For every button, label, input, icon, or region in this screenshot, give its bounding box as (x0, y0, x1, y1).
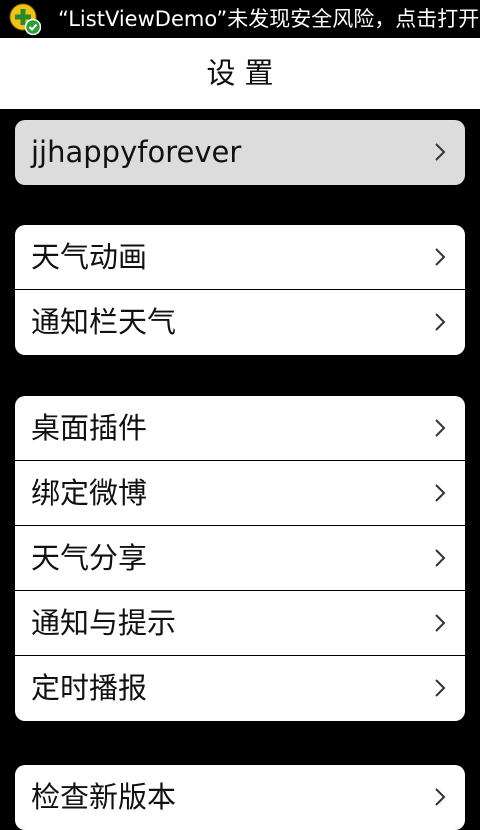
chevron-right-icon (434, 787, 446, 807)
chevron-right-icon (434, 483, 446, 503)
chevron-right-icon (434, 548, 446, 568)
settings-item-account[interactable]: jjhappyforever (15, 120, 465, 185)
features-group: 桌面插件 绑定微博 天气分享 通知与提示 定时播报 (15, 396, 465, 721)
settings-item-weather-animation[interactable]: 天气动画 (15, 225, 465, 290)
settings-item-bind-weibo[interactable]: 绑定微博 (15, 461, 465, 526)
chevron-right-icon (434, 247, 446, 267)
chevron-right-icon (434, 613, 446, 633)
settings-item-notification-weather[interactable]: 通知栏天气 (15, 290, 465, 355)
chevron-right-icon (434, 142, 446, 162)
settings-item-label: 定时播报 (31, 671, 148, 705)
about-group: 检查新版本 (15, 765, 465, 830)
settings-item-label: 绑定微博 (31, 476, 148, 510)
settings-item-label: 检查新版本 (31, 780, 177, 814)
settings-item-label: 通知栏天气 (31, 305, 177, 339)
settings-item-label: 桌面插件 (31, 411, 148, 445)
settings-item-weather-share[interactable]: 天气分享 (15, 526, 465, 591)
page-title: 设置 (206, 56, 283, 90)
title-bar: 设置 (0, 38, 480, 109)
settings-item-label: jjhappyforever (31, 135, 242, 169)
notification-text[interactable]: “ListViewDemo”未发现安全风险，点击打开 (58, 0, 479, 38)
chevron-right-icon (434, 678, 446, 698)
settings-item-check-update[interactable]: 检查新版本 (15, 765, 465, 830)
security-shield-plus-icon[interactable] (9, 3, 42, 36)
weather-display-group: 天气动画 通知栏天气 (15, 225, 465, 355)
settings-item-desktop-widget[interactable]: 桌面插件 (15, 396, 465, 461)
settings-item-label: 天气动画 (31, 240, 148, 274)
account-group: jjhappyforever (15, 120, 465, 185)
settings-item-scheduled-broadcast[interactable]: 定时播报 (15, 656, 465, 721)
chevron-right-icon (434, 312, 446, 332)
settings-item-label: 通知与提示 (31, 606, 177, 640)
settings-item-label: 天气分享 (31, 541, 148, 575)
settings-item-notifications-alerts[interactable]: 通知与提示 (15, 591, 465, 656)
chevron-right-icon (434, 418, 446, 438)
status-bar: “ListViewDemo”未发现安全风险，点击打开 (0, 0, 480, 38)
